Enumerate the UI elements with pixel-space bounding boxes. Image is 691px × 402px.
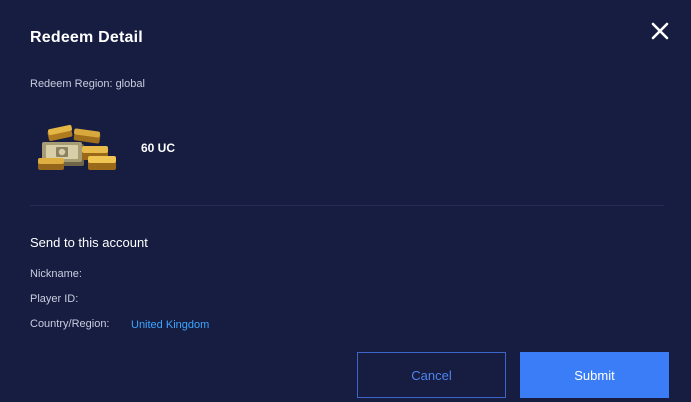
redeem-detail-dialog: Redeem Detail Redeem Region: global 60 U…	[0, 0, 691, 402]
submit-button[interactable]: Submit	[520, 352, 669, 398]
country-region-label: Country/Region:	[30, 318, 110, 330]
redeem-region-value: global	[115, 78, 145, 90]
gold-bars-cash-icon	[34, 124, 120, 174]
redeem-region: Redeem Region: global	[30, 78, 145, 90]
close-button[interactable]	[648, 19, 672, 43]
nickname-label: Nickname:	[30, 268, 82, 280]
redeem-region-label: Redeem Region:	[30, 78, 113, 90]
cancel-button[interactable]: Cancel	[357, 352, 506, 398]
account-section-title: Send to this account	[30, 235, 148, 250]
divider	[30, 205, 664, 206]
player-id-label: Player ID:	[30, 293, 79, 305]
country-region-value: United Kingdom	[131, 319, 210, 331]
dialog-title: Redeem Detail	[30, 29, 143, 46]
product-name: 60 UC	[141, 141, 176, 155]
close-icon	[651, 22, 669, 40]
